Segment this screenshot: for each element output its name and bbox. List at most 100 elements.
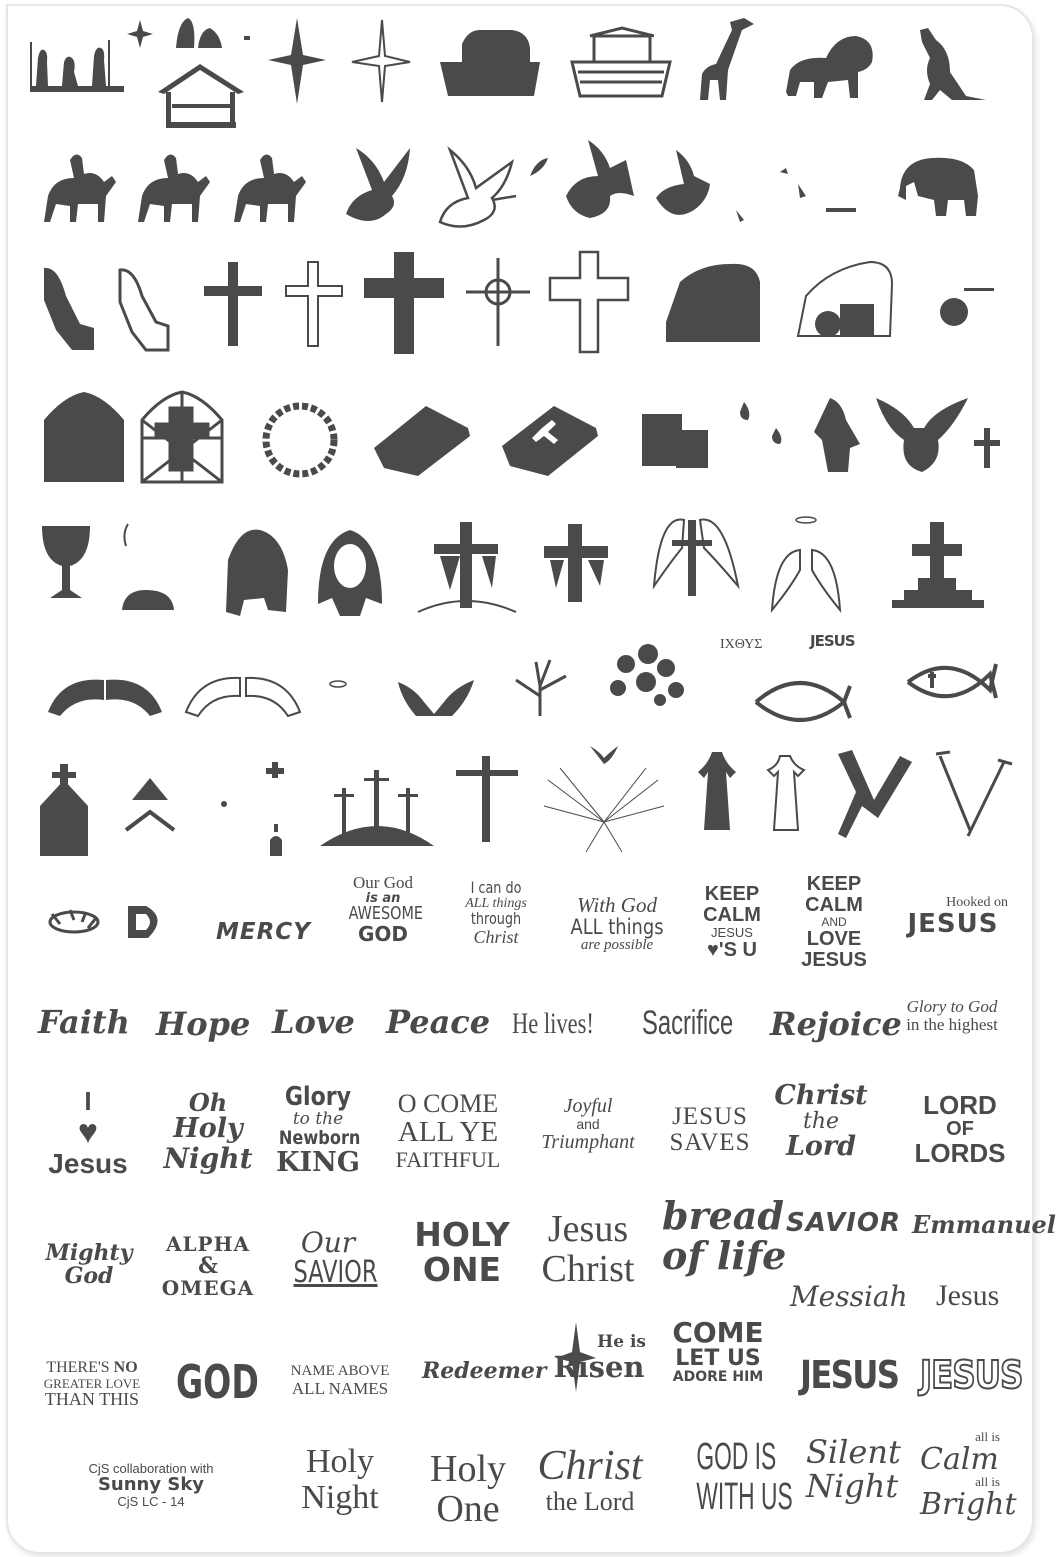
- savior-word: SAVIOR: [786, 1208, 902, 1238]
- mighty-god-line2: God: [64, 1263, 114, 1290]
- jesus-portrait-icon: [318, 530, 382, 616]
- plate-credit: CjS collaboration with Sunny Sky CjS LC …: [70, 1462, 232, 1508]
- christ-the-lord-2-line2: the Lord: [545, 1487, 635, 1517]
- no-greater-love-line1a: THERE'S: [46, 1359, 114, 1376]
- small-dot-icon: [221, 801, 227, 807]
- ichthys-fish-icon: [754, 681, 852, 722]
- god-is-with-us-line1: GOD IS: [696, 1436, 777, 1478]
- camel-rider-3-icon: [234, 154, 306, 222]
- north-star-icon: [268, 18, 326, 104]
- our-savior-line1: Our: [300, 1226, 356, 1259]
- keep-calm-2-line1: KEEP: [806, 873, 862, 895]
- come-let-us-line2: LET US: [675, 1346, 761, 1372]
- all-is-calm-line2: Calm: [920, 1441, 999, 1477]
- silent-night-stamp: Silent Night: [806, 1435, 901, 1505]
- messiah-word: Messiah: [790, 1280, 908, 1313]
- no-greater-love-line3: THAN THIS: [44, 1389, 140, 1410]
- holy-one-stamp: Holy One: [420, 1448, 516, 1530]
- holy-bible-icon: [502, 406, 598, 476]
- jesus-christ-line1: Jesus: [547, 1208, 629, 1250]
- halo-icon: [329, 680, 347, 688]
- glory-newborn-line3: Newborn: [278, 1127, 361, 1150]
- silent-night-line2: Night: [806, 1466, 899, 1505]
- praying-hands-outline-icon: [118, 268, 170, 352]
- nails-outline-icon: [935, 750, 1013, 837]
- no-greater-love-line1b: NO: [113, 1359, 138, 1376]
- christ-the-lord-2-stamp: Christ the Lord: [534, 1444, 646, 1515]
- glory-newborn-stamp: Glory to the Newborn KING: [272, 1083, 364, 1177]
- i-love-jesus-line1: I: [84, 1086, 92, 1116]
- joyful-line3: Triumphant: [541, 1130, 635, 1153]
- our-savior-line2: SAVIOR: [293, 1255, 378, 1291]
- angel-flying-icon: [566, 140, 634, 218]
- dove-rays-icon: [543, 746, 665, 853]
- with-god-stamp: With God ALL things are possible: [562, 894, 672, 954]
- glory-highest-line1: Glory to God: [906, 997, 998, 1016]
- ark-outline-icon: [570, 26, 672, 98]
- holy-one-bold-line1: HOLY: [414, 1215, 510, 1254]
- compass-star-icon: [351, 19, 411, 103]
- credit-line3: CjS LC - 14: [117, 1493, 185, 1509]
- i-can-do-line4: Christ: [473, 927, 519, 948]
- oh-holy-night-line2: Holy: [173, 1113, 243, 1145]
- nails-icon: [838, 750, 912, 838]
- holy-night-line2: Night: [301, 1478, 379, 1516]
- i-can-do-line1: I can do: [470, 878, 522, 897]
- dove-descending-icon: [876, 398, 968, 472]
- mary-joseph-icon: [176, 18, 250, 48]
- o-come-line1: O COME: [397, 1089, 499, 1118]
- small-cross-icon: [974, 428, 1000, 468]
- with-god-line1: With God: [577, 893, 657, 917]
- heart-icon: ♥: [77, 1113, 99, 1152]
- all-is-calm-line4: Bright: [920, 1486, 1017, 1522]
- angel-wings-halo-icon: [770, 516, 842, 614]
- elephant-icon: [898, 157, 978, 216]
- peace-word: Peace: [386, 1003, 491, 1041]
- cross-outline-icon: [285, 261, 343, 347]
- alpha-omega-stamp: ALPHA & OMEGA: [160, 1234, 256, 1299]
- crucifix-icon: [456, 756, 518, 842]
- i-love-jesus-line3: Jesus: [48, 1148, 128, 1180]
- jesus-saves-line2: SAVES: [669, 1129, 751, 1157]
- holy-one-line1: Holy: [430, 1448, 506, 1490]
- no-greater-love-stamp: THERE'S NO GREATER LOVE THAN THIS: [40, 1359, 144, 1410]
- bread-of-life-line1: bread: [662, 1193, 784, 1238]
- come-let-us-stamp: COME LET US ADORE HIM: [666, 1318, 770, 1385]
- our-god-line1: Our God: [353, 873, 413, 892]
- chevron-up-icon: [124, 778, 176, 832]
- i-can-do-stamp: I can do ALL things through Christ: [456, 878, 536, 948]
- bread-of-life-line2: of life: [662, 1232, 787, 1278]
- fragments-icon: [780, 168, 856, 212]
- keep-calm-2-stamp: KEEP CALM AND LOVE JESUS: [796, 874, 872, 971]
- keep-calm-1-line2: CALM: [703, 904, 761, 926]
- closed-book-icon: [374, 406, 470, 476]
- holy-night-line1: Holy: [306, 1443, 374, 1480]
- tomb-open-icon: [796, 260, 894, 337]
- jesus-small-text: JESUS: [810, 632, 856, 650]
- alpha-omega-line1: ALPHA: [165, 1232, 251, 1256]
- faith-word: Faith: [38, 1003, 130, 1041]
- no-greater-love-line2: GREATER LOVE: [43, 1375, 141, 1391]
- joyful-line2: and: [576, 1116, 600, 1132]
- holy-one-line2: One: [436, 1487, 500, 1530]
- giraffe-icon: [700, 18, 754, 100]
- holy-one-bold-line2: ONE: [422, 1249, 502, 1289]
- cross-celtic-icon: [466, 258, 530, 346]
- mighty-god-stamp: Mighty God: [44, 1241, 134, 1290]
- lord-of-lords-stamp: LORD OF LORDS: [910, 1091, 1010, 1168]
- bread-of-life-stamp: bread of life: [662, 1193, 787, 1278]
- crown-of-thorns-small-icon: [48, 909, 100, 934]
- oh-holy-night-line3: Night: [163, 1141, 253, 1175]
- our-god-line3: AWESOME: [348, 903, 423, 925]
- stained-glass-cross-icon: [140, 390, 224, 484]
- christ-the-lord-2-line1: Christ: [537, 1443, 643, 1489]
- with-god-line3: are possible: [580, 937, 654, 954]
- jesus-grunge-word: JESUS: [800, 1353, 900, 1397]
- leafy-tree-icon: [610, 644, 684, 706]
- our-god-line4: GOD: [357, 922, 409, 947]
- jesus-outline-word: JESUS: [919, 1353, 1024, 1397]
- lion-icon: [786, 36, 873, 98]
- candles-icon: [642, 414, 708, 468]
- name-above-line2: ALL NAMES: [291, 1378, 389, 1398]
- our-savior-stamp: Our SAVIOR: [282, 1226, 378, 1291]
